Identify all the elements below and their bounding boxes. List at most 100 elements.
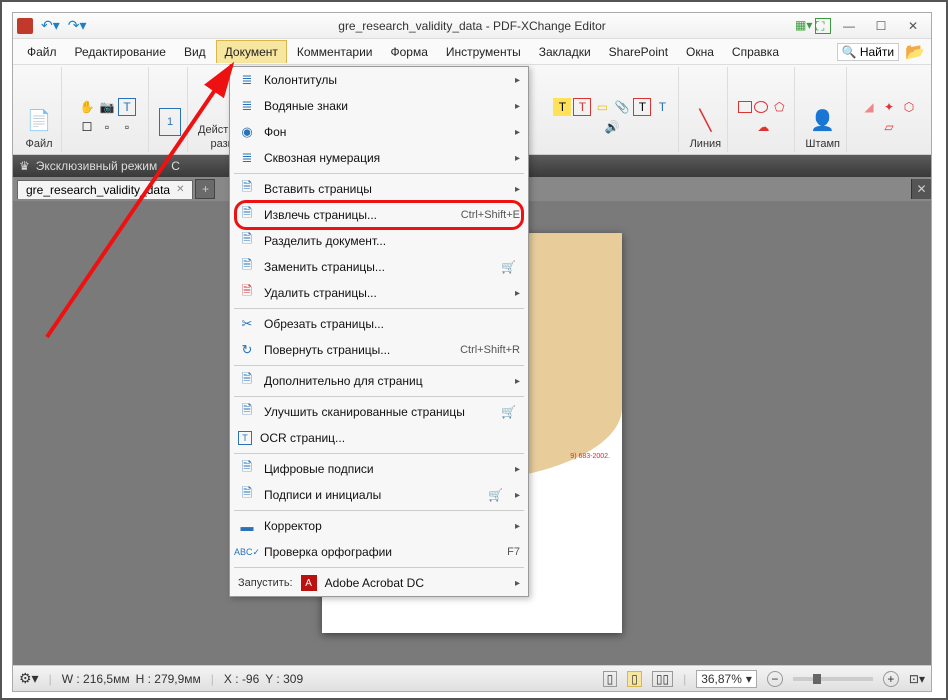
more-tool-icon-2[interactable]: ▫ (118, 118, 136, 136)
layout-single-icon[interactable]: ▯ (603, 671, 618, 687)
extras-icon: 🗎 (238, 372, 256, 390)
zoom-input[interactable]: 36,87% ▾ (696, 670, 757, 688)
page-num-icon[interactable]: 1 (159, 108, 181, 136)
layout-facing-icon[interactable]: ▯▯ (652, 671, 673, 687)
tab-close-icon[interactable]: ✕ (176, 184, 184, 195)
snapshot-icon[interactable]: 📷 (98, 98, 116, 116)
shortcut-label: F7 (507, 546, 520, 558)
menu-bates[interactable]: ≣Сквозная нумерация▸ (230, 145, 528, 171)
menu-enhance[interactable]: 🗎Улучшить сканированные страницы🛒 (230, 399, 528, 425)
redo-icon[interactable]: ↷▾ (68, 17, 87, 34)
menu-background[interactable]: ◉Фон▸ (230, 119, 528, 145)
shape-icon[interactable]: ⬡ (900, 98, 918, 116)
file-icon[interactable]: 📄 (23, 104, 55, 136)
typewriter-icon[interactable]: T (653, 98, 671, 116)
oval-icon[interactable] (754, 101, 768, 113)
textbox-icon[interactable]: T (573, 98, 591, 116)
zoom-in-button[interactable]: + (883, 671, 899, 687)
size-w-label: W : 216,5мм (62, 672, 130, 686)
menu-help[interactable]: Справка (724, 41, 787, 63)
document-menu-dropdown: ≣Колонтитулы▸ ≣Водяные знаки▸ ◉Фон▸ ≣Скв… (229, 66, 529, 597)
ribbon-group-file: 📄 Файл (17, 67, 62, 152)
menu-split[interactable]: 🗎Разделить документ... (230, 228, 528, 254)
menu-file[interactable]: Файл (19, 41, 65, 63)
menu-form[interactable]: Форма (382, 41, 435, 63)
zoom-out-button[interactable]: − (767, 671, 783, 687)
maximize-button[interactable]: ☐ (867, 17, 895, 35)
menu-watermarks[interactable]: ≣Водяные знаки▸ (230, 93, 528, 119)
menu-initials[interactable]: 🗎Подписи и инициалы🛒▸ (230, 482, 528, 508)
zoom-slider[interactable] (793, 677, 873, 681)
menu-launch[interactable]: Запустить:AAdobe Acrobat DC▸ (230, 570, 528, 596)
zoom-slider-thumb[interactable] (813, 674, 821, 684)
menu-extract-pages[interactable]: 🗎Извлечь страницы...Ctrl+Shift+E (230, 202, 528, 228)
rect-icon[interactable] (738, 101, 752, 113)
ocr-icon: T (238, 431, 252, 445)
polygon-icon[interactable]: ⬠ (770, 98, 788, 116)
new-tab-button[interactable]: + (195, 179, 215, 199)
highlight-icon[interactable]: T (553, 98, 571, 116)
minimize-button[interactable]: — (835, 17, 863, 35)
close-button[interactable]: ✕ (899, 17, 927, 35)
attachment-icon[interactable]: 📎 (613, 98, 631, 116)
menu-view[interactable]: Вид (176, 41, 214, 63)
stamp-icon[interactable]: 👤 (807, 104, 839, 136)
delete-icon: 🗎 (238, 284, 256, 302)
menu-page-extras[interactable]: 🗎Дополнительно для страниц▸ (230, 368, 528, 394)
menu-window[interactable]: Окна (678, 41, 722, 63)
quick-access-toolbar: ↶▾ ↷▾ (41, 17, 87, 34)
menu-insert-pages[interactable]: 🗎Вставить страницы▸ (230, 176, 528, 202)
layout-cont-icon[interactable]: ▯ (627, 671, 642, 687)
menu-tools[interactable]: Инструменты (438, 41, 529, 63)
menu-crop[interactable]: ✂Обрезать страницы... (230, 311, 528, 337)
close-all-tabs-button[interactable]: ✕ (911, 179, 931, 199)
menu-redact[interactable]: ▬Корректор▸ (230, 513, 528, 539)
redact-icon: ▬ (238, 517, 256, 535)
menu-document[interactable]: Документ (216, 40, 287, 63)
hand-tool-icon[interactable]: ✋ (78, 98, 96, 116)
cart-icon: 🛒 (501, 405, 516, 419)
fit-page-icon[interactable]: ⊡▾ (909, 672, 925, 686)
folder-search-icon[interactable]: 📂 (905, 42, 925, 62)
menu-bookmarks[interactable]: Закладки (531, 41, 599, 63)
zoom-value: 36,87% (701, 672, 742, 686)
enhance-icon: 🗎 (238, 403, 256, 421)
document-tab[interactable]: gre_research_validity_data ✕ (17, 180, 193, 199)
zoom-dropdown-icon[interactable]: ▾ (746, 672, 752, 686)
submenu-arrow-icon: ▸ (515, 288, 520, 299)
submenu-arrow-icon: ▸ (515, 578, 520, 589)
line-icon[interactable]: ╲ (689, 104, 721, 136)
cloud-icon[interactable]: ☁ (754, 118, 772, 136)
menu-delete[interactable]: 🗎Удалить страницы...▸ (230, 280, 528, 306)
menu-replace[interactable]: 🗎Заменить страницы...🛒 (230, 254, 528, 280)
options-icon[interactable]: ▦▾ (795, 18, 811, 34)
menu-sharepoint[interactable]: SharePoint (601, 41, 676, 63)
menu-rotate[interactable]: ↻Повернуть страницы...Ctrl+Shift+R (230, 337, 528, 363)
eraser-icon[interactable]: ◢ (860, 98, 878, 116)
shortcut-label: Ctrl+Shift+E (461, 209, 520, 221)
undo-icon[interactable]: ↶▾ (41, 17, 60, 34)
submenu-arrow-icon: ▸ (515, 490, 520, 501)
submenu-arrow-icon: ▸ (515, 521, 520, 532)
find-box[interactable]: 🔍 Найти (837, 43, 899, 61)
select-tool-icon[interactable]: ☐ (78, 118, 96, 136)
page-text: 9) 683-2002. (570, 453, 610, 461)
sound-icon[interactable]: 🔊 (603, 118, 621, 136)
menu-spellcheck[interactable]: ABC✓Проверка орфографииF7 (230, 539, 528, 565)
more-tool-icon[interactable]: ▫ (98, 118, 116, 136)
menu-comments[interactable]: Комментарии (289, 41, 381, 63)
measure-icon[interactable]: ▱ (880, 118, 898, 136)
menu-headers-footers[interactable]: ≣Колонтитулы▸ (230, 67, 528, 93)
callout-icon[interactable]: T (633, 98, 651, 116)
fullscreen-icon[interactable]: ⛶ (815, 18, 831, 34)
menu-edit[interactable]: Редактирование (67, 41, 174, 63)
redact-icon[interactable]: ✦ (880, 98, 898, 116)
menu-ocr[interactable]: TOCR страниц... (230, 425, 528, 451)
title-bar: ↶▾ ↷▾ gre_research_validity_data - PDF-X… (13, 13, 931, 39)
options-gear-icon[interactable]: ⚙▾ (19, 670, 39, 687)
note-icon[interactable]: ▭ (593, 98, 611, 116)
stamp-label: Штамп (805, 138, 840, 150)
menu-signatures[interactable]: 🗎Цифровые подписи▸ (230, 456, 528, 482)
submenu-arrow-icon: ▸ (515, 127, 520, 138)
text-tool-icon[interactable]: T (118, 98, 136, 116)
